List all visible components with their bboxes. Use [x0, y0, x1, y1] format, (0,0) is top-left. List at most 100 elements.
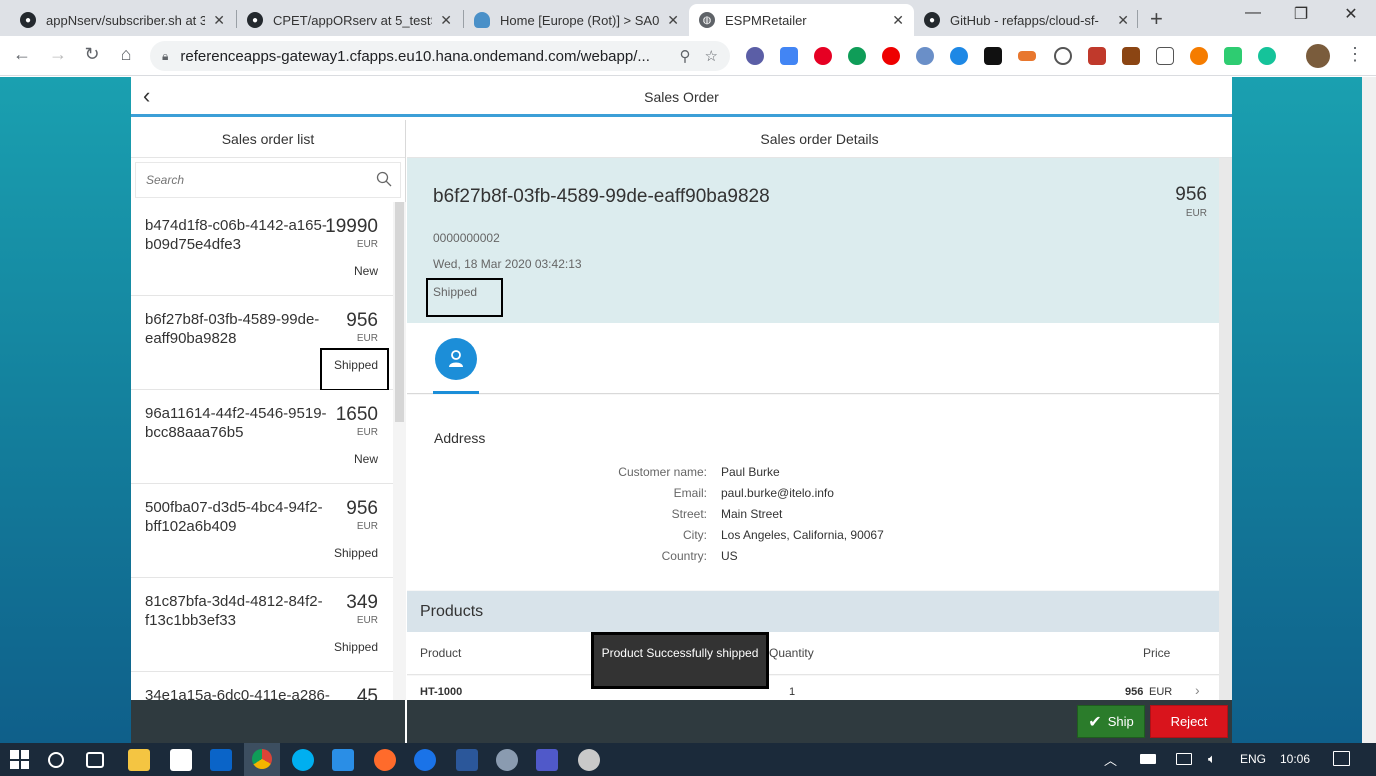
browser-tab-4[interactable]: ◍ ESPMRetailer ✕ [689, 4, 914, 36]
extension-icon[interactable] [950, 47, 968, 65]
message-toast: Product Successfully shipped [591, 632, 769, 689]
close-icon[interactable]: ✕ [213, 12, 225, 29]
task-view-icon[interactable] [86, 752, 104, 768]
close-icon[interactable]: ✕ [667, 12, 679, 29]
chrome-icon [252, 749, 272, 769]
browser-tab-5[interactable]: ● GitHub - refapps/cloud-sf- ✕ [914, 4, 1139, 36]
footer-divider [405, 700, 407, 743]
teams-icon[interactable] [536, 749, 558, 771]
order-currency: EUR [356, 333, 378, 344]
address-bar[interactable]: 🔒︎ referenceapps-gateway1.cfapps.eu10.ha… [150, 41, 730, 71]
speaker-icon[interactable]: 🔈︎ [1208, 751, 1216, 767]
city-value: Los Angeles, California, 90067 [721, 528, 884, 542]
grammarly-icon[interactable] [1258, 47, 1276, 65]
eclipse-icon[interactable] [496, 749, 518, 771]
extension-icon[interactable] [984, 47, 1002, 65]
url-text[interactable]: referenceapps-gateway1.cfapps.eu10.hana.… [180, 48, 665, 65]
xml-icon[interactable] [1018, 51, 1036, 61]
browser-tab-3[interactable]: Home [Europe (Rot)] > SA0 ✕ [464, 4, 689, 36]
products-column-header: Product Quantity Price [407, 632, 1219, 675]
kebab-menu-icon[interactable]: ⋮ [1346, 44, 1364, 65]
clock[interactable]: 10:06 [1280, 752, 1310, 766]
outlook-icon[interactable] [210, 749, 232, 771]
order-amount: 45 [356, 686, 378, 700]
bookmark-star-icon[interactable]: ☆ [705, 47, 718, 65]
avatar[interactable] [1306, 44, 1330, 68]
word-icon[interactable] [456, 749, 478, 771]
notification-icon[interactable] [1333, 751, 1350, 766]
reload-icon[interactable]: ↻ [80, 44, 104, 65]
extension-icon[interactable] [1122, 47, 1140, 65]
order-date: Wed, 18 Mar 2020 03:42:13 [433, 257, 582, 271]
vscode-icon[interactable] [332, 749, 354, 771]
postman-icon[interactable] [374, 749, 396, 771]
close-icon[interactable]: ✕ [440, 12, 452, 29]
pinterest-icon[interactable] [814, 47, 832, 65]
order-status: New [353, 452, 378, 466]
extension-icon[interactable] [1156, 47, 1174, 65]
browser-tab-1[interactable]: ● appNserv/subscriber.sh at 3 ✕ [10, 4, 235, 36]
adblock-icon[interactable] [882, 47, 900, 65]
extension-icon[interactable] [848, 47, 866, 65]
chrome-taskbar-item[interactable] [244, 743, 280, 776]
search-icon[interactable] [376, 171, 392, 187]
extension-icon[interactable] [1190, 47, 1208, 65]
home-icon[interactable]: ⌂ [114, 44, 138, 65]
extension-icon[interactable] [916, 47, 934, 65]
windows-taskbar: ︿ 🔈︎ ENG 10:06 [0, 743, 1376, 776]
order-id: b474d1f8-c06b-4142-a165-b09d75e4dfe3 [145, 217, 327, 253]
list-item[interactable]: 500fba07-d3d5-4bc4-94f2-bff102a6b409 956… [131, 484, 393, 578]
table-row[interactable]: HT-1000 1 956 EUR › [407, 676, 1219, 700]
search-input[interactable] [136, 163, 366, 197]
language-indicator[interactable]: ENG [1240, 752, 1266, 766]
chevron-up-icon[interactable]: ︿ [1104, 750, 1117, 769]
chevron-right-icon[interactable]: › [1195, 682, 1200, 698]
search-field[interactable] [135, 162, 401, 198]
windows-start-icon[interactable] [10, 750, 29, 769]
zoom-icon[interactable]: ⚲ [680, 47, 691, 65]
extension-icon[interactable] [1088, 47, 1106, 65]
search-icon[interactable] [48, 752, 64, 768]
list-item-selected[interactable]: b6f27b8f-03fb-4589-99de-eaff90ba9828 956… [131, 296, 393, 391]
app-icon[interactable] [578, 749, 600, 771]
file-explorer-icon[interactable] [128, 749, 150, 771]
ship-button[interactable]: ✔ Ship [1077, 705, 1145, 738]
master-scrollbar[interactable] [393, 202, 406, 700]
new-tab-button[interactable]: + [1150, 6, 1163, 32]
customer-icon [449, 350, 463, 367]
reject-button[interactable]: Reject [1150, 705, 1228, 738]
page-scrollbar[interactable] [1362, 77, 1376, 743]
list-item[interactable]: 34e1a15a-6dc0-411e-a286- 45 [131, 672, 393, 700]
customer-name-value: Paul Burke [721, 465, 780, 479]
tab-customer[interactable] [435, 338, 477, 380]
detail-scrollbar[interactable] [1219, 158, 1232, 700]
list-item[interactable]: 96a11614-44f2-4546-9519-bcc88aaa76b5 165… [131, 390, 393, 484]
extension-icon[interactable] [746, 47, 764, 65]
window-close-icon[interactable]: ✕ [1336, 4, 1366, 24]
list-item[interactable]: 81c87bfa-3d4d-4812-84f2-f13c1bb3ef33 349… [131, 578, 393, 672]
globe-icon: ◍ [699, 12, 715, 28]
skype-icon[interactable] [292, 749, 314, 771]
product-name: HT-1000 [420, 686, 463, 698]
battery-icon[interactable] [1140, 754, 1156, 764]
restore-icon[interactable]: ❐ [1286, 4, 1316, 24]
network-icon[interactable] [1176, 753, 1192, 765]
forward-arrow-icon[interactable]: → [46, 44, 70, 65]
minimize-icon[interactable]: — [1238, 4, 1268, 22]
back-arrow-icon[interactable]: ← [10, 44, 34, 65]
close-icon[interactable]: ✕ [892, 12, 904, 29]
reject-label: Reject [1170, 714, 1208, 729]
translate-icon[interactable] [780, 47, 798, 65]
close-icon[interactable]: ✕ [1117, 12, 1129, 29]
list-item[interactable]: b474d1f8-c06b-4142-a165-b09d75e4dfe3 199… [131, 202, 393, 296]
page-title: Sales Order [644, 89, 719, 105]
order-id: 34e1a15a-6dc0-411e-a286- [145, 687, 330, 700]
browser-tab-2[interactable]: ● CPET/appORserv at 5_testSi ✕ [237, 4, 462, 36]
edge-icon[interactable] [414, 749, 436, 771]
sales-order-list: b474d1f8-c06b-4142-a165-b09d75e4dfe3 199… [131, 202, 393, 700]
extension-icon[interactable] [1054, 47, 1072, 65]
store-icon[interactable] [170, 749, 192, 771]
scrollbar-thumb[interactable] [395, 202, 404, 422]
extension-icon[interactable] [1224, 47, 1242, 65]
page-background: ‹ Sales Order Sales order list b474d1f8-… [0, 77, 1362, 743]
